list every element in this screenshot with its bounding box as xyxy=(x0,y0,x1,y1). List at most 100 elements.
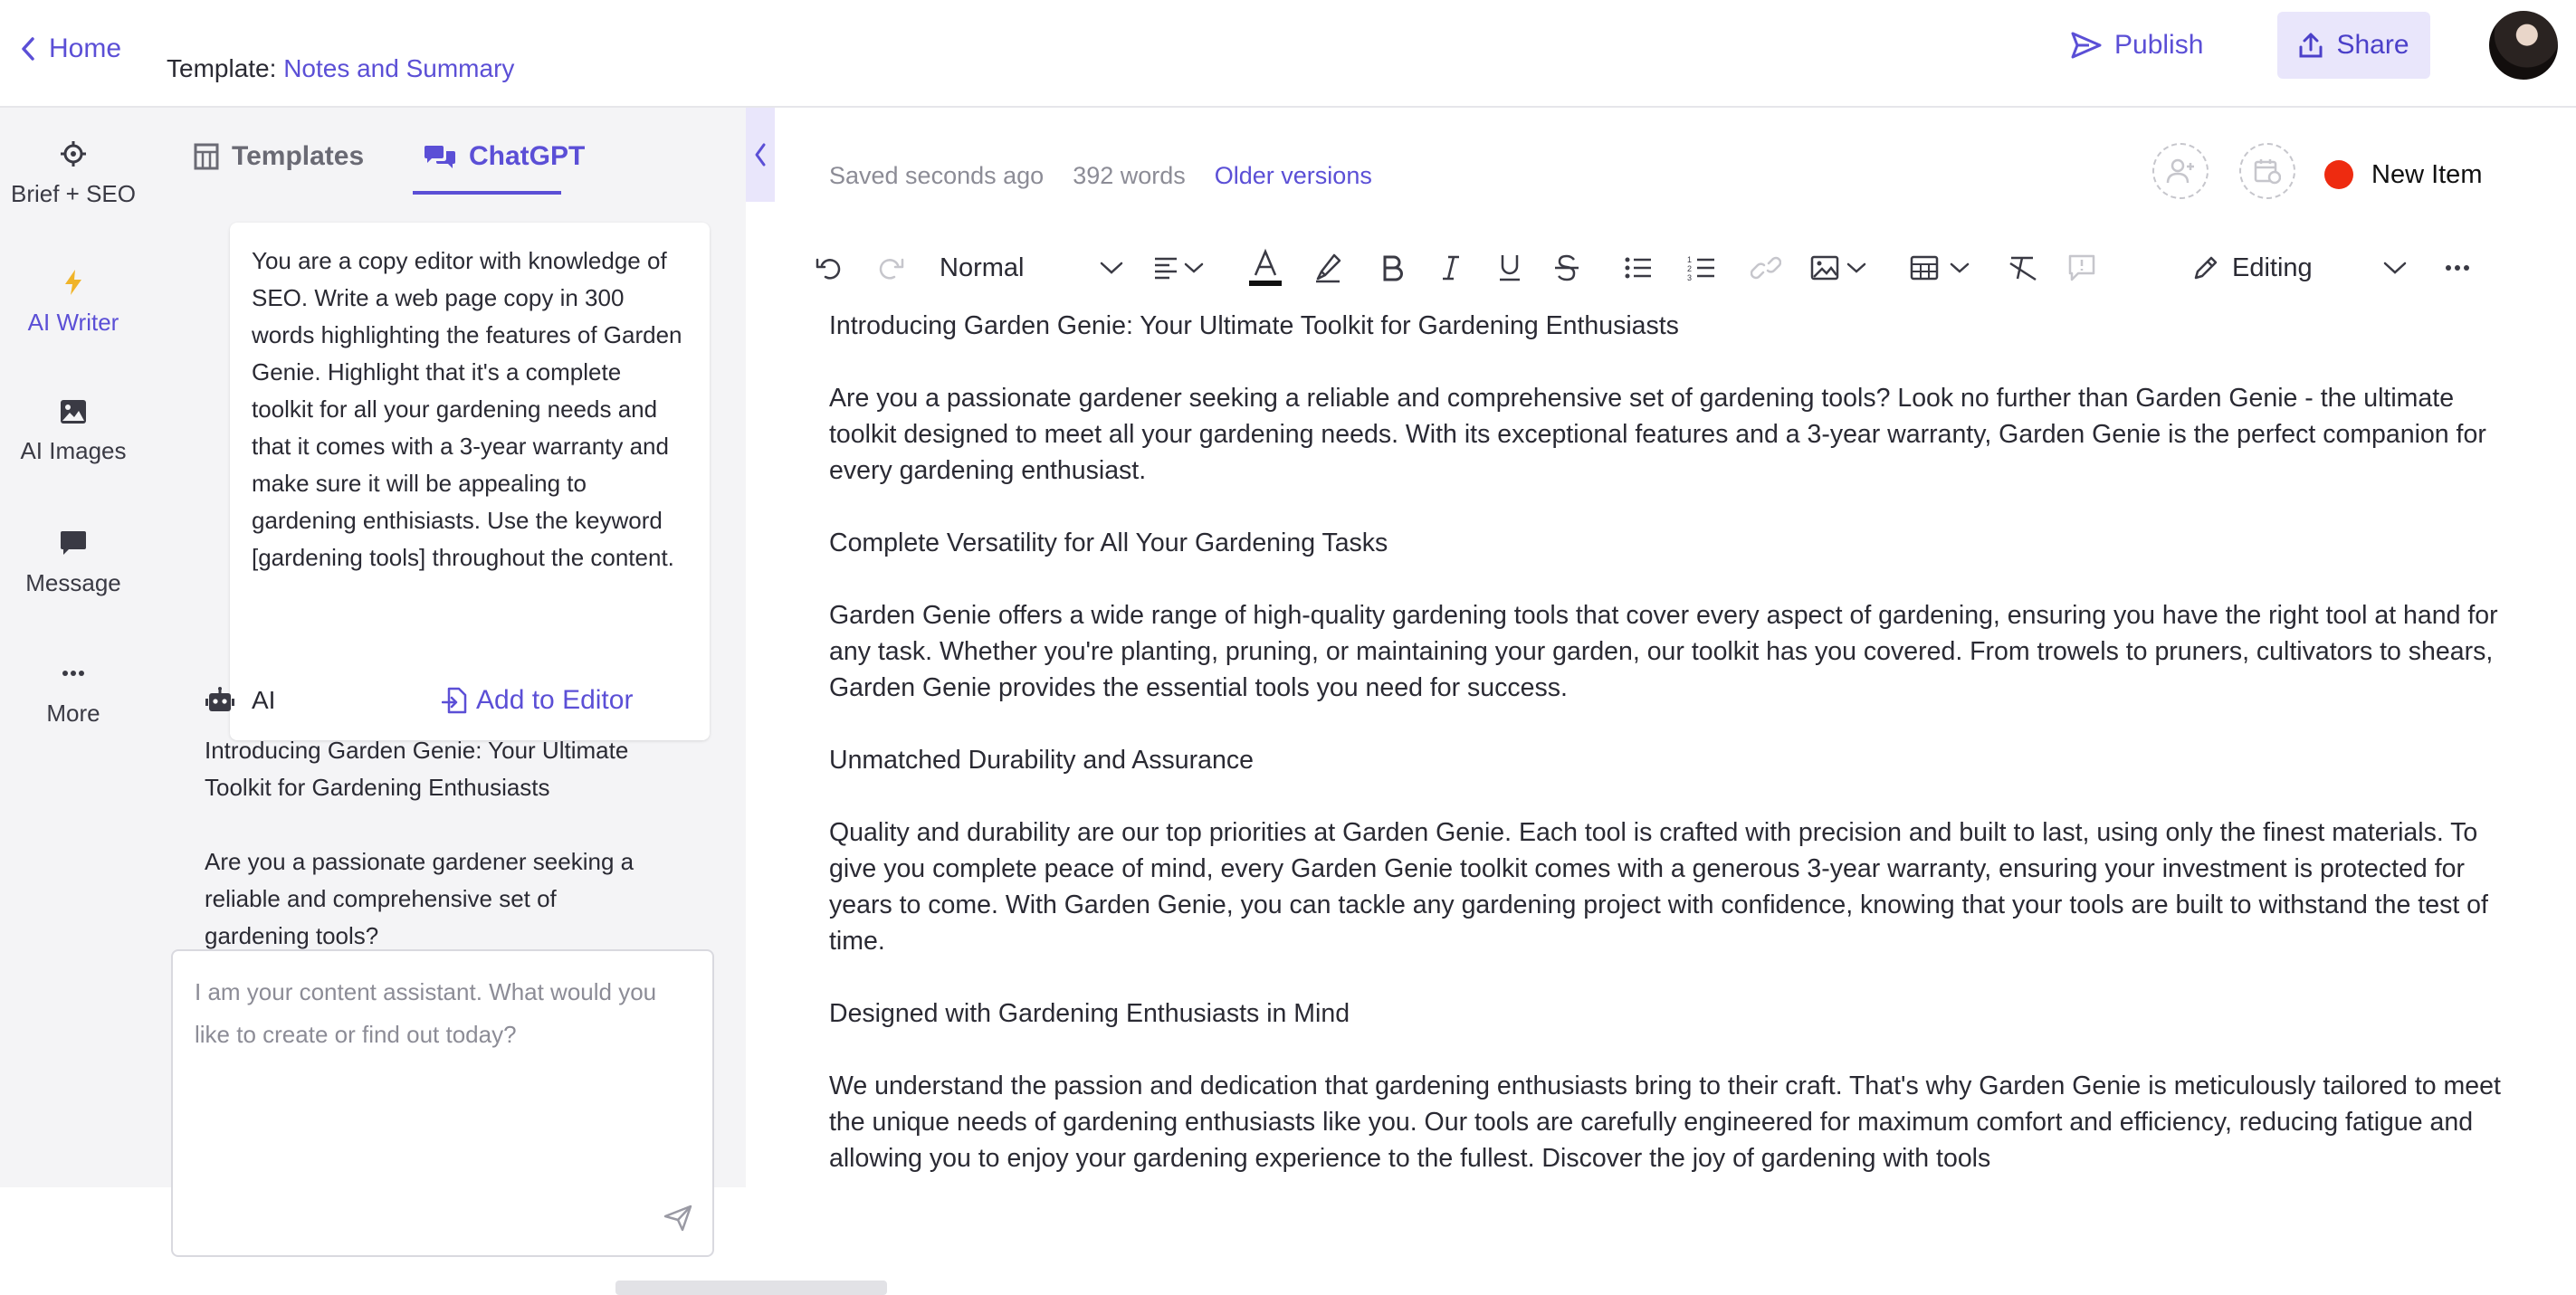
chevron-down-icon xyxy=(2382,259,2408,277)
svg-text:2: 2 xyxy=(1687,264,1692,273)
align-dropdown[interactable] xyxy=(1153,244,1207,291)
editing-mode-value: Editing xyxy=(2232,252,2313,282)
response-paragraph: Introducing Garden Genie: Your Ultimate … xyxy=(205,737,629,801)
lightning-icon xyxy=(62,269,84,296)
rail-label: More xyxy=(46,700,100,727)
publish-button[interactable]: Publish xyxy=(2071,25,2203,65)
more-icon xyxy=(2444,254,2471,281)
chevron-left-icon xyxy=(753,142,768,167)
font-color-button[interactable] xyxy=(1247,244,1283,291)
underline-button[interactable] xyxy=(1497,244,1522,291)
import-icon xyxy=(442,687,467,714)
templates-grid-icon xyxy=(194,143,219,170)
add-to-editor-label: Add to Editor xyxy=(476,685,634,715)
upload-icon xyxy=(2298,32,2323,59)
editing-mode-dropdown[interactable]: Editing xyxy=(2192,244,2419,291)
clear-format-icon xyxy=(2008,254,2038,281)
rail-item-ai-images[interactable]: AI Images xyxy=(0,399,147,465)
undo-button[interactable] xyxy=(815,244,844,291)
align-icon xyxy=(1153,254,1207,281)
rail-label: Brief + SEO xyxy=(11,180,136,207)
saved-status: Saved seconds ago xyxy=(829,161,1045,189)
schedule-button[interactable] xyxy=(2239,143,2295,199)
rail-item-message[interactable]: Message xyxy=(0,529,147,597)
rail-item-brief-seo[interactable]: Brief + SEO xyxy=(0,140,147,208)
template-prefix: Template: xyxy=(167,54,277,82)
document-body[interactable]: Introducing Garden Genie: Your Ultimate … xyxy=(829,308,2513,1187)
bold-icon xyxy=(1379,254,1405,281)
comment-button[interactable] xyxy=(2067,244,2096,291)
publish-label: Publish xyxy=(2114,30,2204,60)
bullet-list-button[interactable] xyxy=(1624,244,1653,291)
status-dot xyxy=(2324,160,2353,189)
left-rail: Brief + SEO AI Writer AI Images Message … xyxy=(0,108,147,1187)
send-icon xyxy=(2071,32,2102,59)
rail-label: AI Writer xyxy=(27,309,119,336)
robot-icon xyxy=(205,687,235,714)
table-icon xyxy=(1910,254,1977,281)
send-message-button[interactable] xyxy=(663,1205,692,1232)
template-name-link[interactable]: Notes and Summary xyxy=(283,54,514,82)
link-icon xyxy=(1751,254,1781,281)
insert-image-dropdown[interactable] xyxy=(1810,244,1872,291)
tab-templates[interactable]: Templates xyxy=(194,138,364,175)
ai-label: AI xyxy=(252,686,276,714)
doc-paragraph: Garden Genie offers a wide range of high… xyxy=(829,601,2498,702)
top-bar: Home Template: Notes and Summary Publish… xyxy=(0,0,2576,108)
undo-icon xyxy=(815,254,844,281)
text-style-dropdown[interactable]: Normal xyxy=(940,244,1130,291)
numbered-list-button[interactable]: 123 xyxy=(1687,244,1716,291)
svg-text:1: 1 xyxy=(1687,255,1692,264)
share-label: Share xyxy=(2336,30,2409,60)
tab-label: ChatGPT xyxy=(469,141,586,171)
insert-table-dropdown[interactable] xyxy=(1910,244,1977,291)
home-link[interactable]: Home xyxy=(18,31,121,67)
link-button[interactable] xyxy=(1751,244,1781,291)
numbered-list-icon: 123 xyxy=(1687,254,1716,281)
doc-paragraph: Introducing Garden Genie: Your Ultimate … xyxy=(829,311,1679,340)
text-style-value: Normal xyxy=(940,252,1025,282)
redo-icon xyxy=(876,254,905,281)
bold-button[interactable] xyxy=(1379,244,1405,291)
svg-text:3: 3 xyxy=(1687,273,1692,281)
doc-paragraph: Are you a passionate gardener seeking a … xyxy=(829,384,2486,485)
image-icon xyxy=(1810,254,1872,281)
redo-button[interactable] xyxy=(876,244,905,291)
underline-icon xyxy=(1497,253,1522,282)
italic-button[interactable] xyxy=(1439,244,1463,291)
ai-response-header: AI xyxy=(205,678,275,723)
bullet-list-icon xyxy=(1624,254,1653,281)
tab-label: Templates xyxy=(232,141,365,171)
highlight-button[interactable] xyxy=(1312,244,1345,291)
clear-format-button[interactable] xyxy=(2008,244,2038,291)
rail-item-ai-writer[interactable]: AI Writer xyxy=(0,269,147,337)
doc-paragraph: Quality and durability are our top prior… xyxy=(829,818,2488,956)
document-status: Saved seconds ago 392 words Older versio… xyxy=(829,157,1372,194)
pencil-icon xyxy=(2192,254,2219,281)
chat-input[interactable] xyxy=(193,969,685,1190)
status-selector[interactable]: New Item xyxy=(2324,156,2482,194)
response-paragraph: Are you a passionate gardener seeking a … xyxy=(205,848,634,949)
active-tab-indicator xyxy=(413,191,561,195)
home-label: Home xyxy=(49,33,122,63)
font-color-icon xyxy=(1247,248,1283,288)
panel-scrollbar[interactable] xyxy=(615,1281,887,1295)
add-collaborator-button[interactable] xyxy=(2152,143,2209,199)
tab-chatgpt[interactable]: ChatGPT xyxy=(424,138,585,175)
calendar-icon xyxy=(2254,157,2281,185)
avatar[interactable] xyxy=(2489,11,2558,80)
prompt-card: You are a copy editor with knowledge of … xyxy=(230,223,710,740)
chat-panel: Templates ChatGPT You are a copy editor … xyxy=(147,108,887,1295)
rail-item-more[interactable]: More xyxy=(0,660,147,728)
doc-paragraph: We understand the passion and dedication… xyxy=(829,1071,2501,1173)
more-options-button[interactable] xyxy=(2444,244,2471,291)
rail-label: Message xyxy=(25,569,121,596)
add-to-editor-button[interactable]: Add to Editor xyxy=(442,680,633,721)
share-button[interactable]: Share xyxy=(2277,12,2430,79)
chevron-down-icon xyxy=(1099,259,1124,277)
older-versions-link[interactable]: Older versions xyxy=(1215,162,1372,190)
chevron-left-icon xyxy=(18,35,38,62)
strikethrough-button[interactable] xyxy=(1553,244,1580,291)
collapse-panel-button[interactable] xyxy=(746,108,775,202)
doc-paragraph: Complete Versatility for All Your Garden… xyxy=(829,528,1388,557)
